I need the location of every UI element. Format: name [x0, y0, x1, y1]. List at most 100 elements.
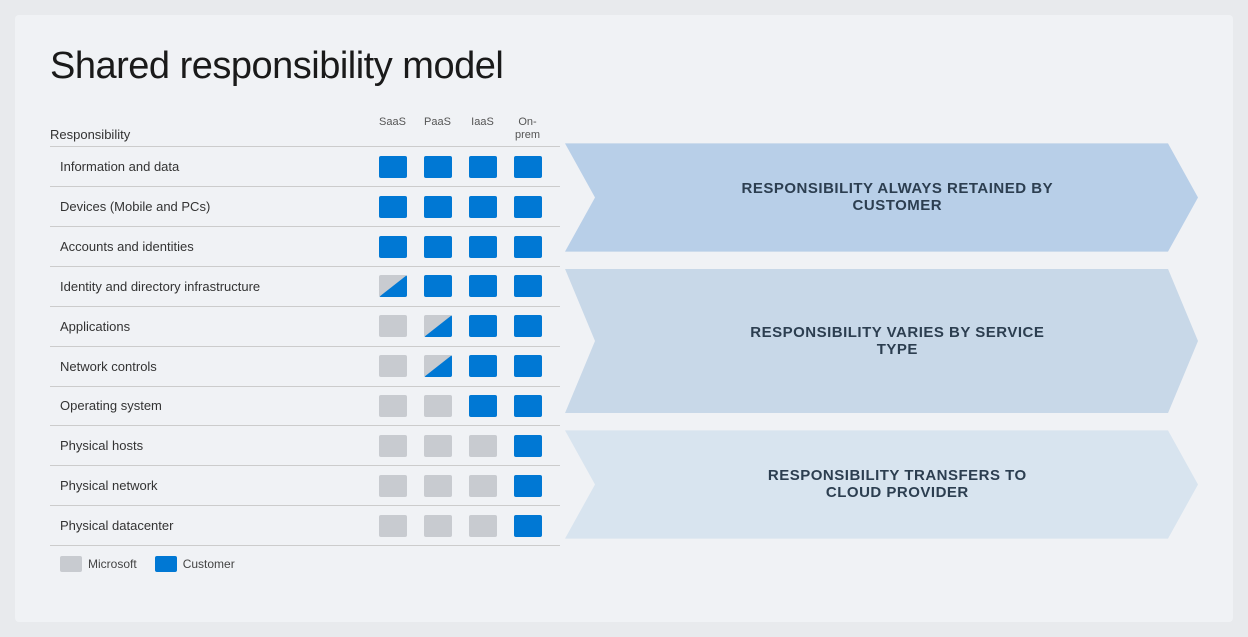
- cell: [511, 272, 545, 300]
- row-label: Physical hosts: [50, 438, 370, 453]
- cell-gray: [424, 475, 452, 497]
- table-row: Physical hosts: [50, 425, 560, 465]
- row-label: Physical network: [50, 478, 370, 493]
- table-row: Operating system: [50, 386, 560, 426]
- cell-blue: [514, 355, 542, 377]
- cell: [421, 153, 455, 181]
- cell-blue: [379, 236, 407, 258]
- cell-blue: [469, 275, 497, 297]
- cell: [421, 472, 455, 500]
- cell: [376, 153, 410, 181]
- row-cells: [370, 193, 550, 221]
- legend-customer: Customer: [155, 556, 235, 572]
- cell-gray: [379, 475, 407, 497]
- cell: [421, 233, 455, 261]
- cell: [511, 432, 545, 460]
- legend-customer-label: Customer: [183, 557, 235, 571]
- cell-blue: [469, 156, 497, 178]
- row-cells: [370, 153, 550, 181]
- cell-gray: [379, 355, 407, 377]
- cell: [466, 153, 500, 181]
- legend-microsoft-box: [60, 556, 82, 572]
- responsibility-header: Responsibility: [50, 127, 370, 142]
- col-onprem: On-prem: [509, 116, 547, 142]
- cell: [376, 432, 410, 460]
- cell-blue: [514, 435, 542, 457]
- cell-blue: [514, 196, 542, 218]
- row-label: Accounts and identities: [50, 239, 370, 254]
- row-cells: [370, 312, 550, 340]
- row-label: Network controls: [50, 359, 370, 374]
- cell-gray: [379, 515, 407, 537]
- arrow-shape-0: RESPONSIBILITY ALWAYS RETAINED BY CUSTOM…: [565, 143, 1198, 251]
- row-label: Identity and directory infrastructure: [50, 279, 370, 294]
- slide-title: Shared responsibility model: [50, 45, 1198, 88]
- cell-blue: [514, 515, 542, 537]
- cell-blue: [469, 236, 497, 258]
- row-label: Operating system: [50, 398, 370, 413]
- cell-gray: [469, 475, 497, 497]
- cell-blue: [514, 315, 542, 337]
- row-cells: [370, 432, 550, 460]
- cell: [376, 233, 410, 261]
- cell: [466, 392, 500, 420]
- cell-split: [379, 275, 407, 297]
- cell: [466, 512, 500, 540]
- cell-gray: [469, 515, 497, 537]
- cell: [466, 312, 500, 340]
- column-headers: SaaS PaaS IaaS On-prem: [370, 116, 550, 142]
- cell: [466, 432, 500, 460]
- table-row: Accounts and identities: [50, 226, 560, 266]
- arrow-label-0: RESPONSIBILITY ALWAYS RETAINED BY CUSTOM…: [739, 180, 1055, 214]
- col-saas: SaaS: [374, 116, 412, 142]
- arrows-area: RESPONSIBILITY ALWAYS RETAINED BY CUSTOM…: [565, 116, 1198, 546]
- arrow-shape-2: RESPONSIBILITY TRANSFERS TO CLOUD PROVID…: [565, 430, 1198, 538]
- cell-blue: [469, 315, 497, 337]
- cell-gray: [379, 395, 407, 417]
- table-row: Identity and directory infrastructure: [50, 266, 560, 306]
- table-header: Responsibility SaaS PaaS IaaS On-prem: [50, 116, 560, 146]
- table-row: Applications: [50, 306, 560, 346]
- arrow-shape-1: RESPONSIBILITY VARIES BY SERVICE TYPE: [565, 269, 1198, 413]
- cell: [511, 472, 545, 500]
- cell: [376, 312, 410, 340]
- legend: Microsoft Customer: [50, 556, 1198, 572]
- cell: [466, 272, 500, 300]
- row-cells: [370, 392, 550, 420]
- row-label: Physical datacenter: [50, 518, 370, 533]
- cell-gray: [469, 435, 497, 457]
- cell-blue: [514, 275, 542, 297]
- cell-blue: [514, 395, 542, 417]
- cell: [376, 512, 410, 540]
- cell: [466, 233, 500, 261]
- content-area: Responsibility SaaS PaaS IaaS On-prem In…: [50, 116, 1198, 546]
- cell: [421, 352, 455, 380]
- legend-microsoft-label: Microsoft: [88, 557, 137, 571]
- cell-split: [424, 315, 452, 337]
- row-cells: [370, 472, 550, 500]
- arrow-label-1: RESPONSIBILITY VARIES BY SERVICE TYPE: [739, 324, 1055, 358]
- table-row: Physical datacenter: [50, 505, 560, 546]
- col-paas: PaaS: [419, 116, 457, 142]
- cell: [466, 352, 500, 380]
- cell: [511, 193, 545, 221]
- cell-blue: [514, 156, 542, 178]
- row-label: Information and data: [50, 159, 370, 174]
- cell-blue: [424, 196, 452, 218]
- cell-split: [424, 355, 452, 377]
- cell-gray: [379, 435, 407, 457]
- cell: [511, 153, 545, 181]
- cell-blue: [424, 275, 452, 297]
- cell: [511, 312, 545, 340]
- cell: [421, 512, 455, 540]
- col-iaas: IaaS: [464, 116, 502, 142]
- cell: [511, 233, 545, 261]
- cell-blue: [514, 236, 542, 258]
- cell-blue: [379, 196, 407, 218]
- table-row: Information and data: [50, 146, 560, 186]
- cell-blue: [424, 156, 452, 178]
- cell: [421, 312, 455, 340]
- table-area: Responsibility SaaS PaaS IaaS On-prem In…: [50, 116, 560, 546]
- table-rows: Information and dataDevices (Mobile and …: [50, 146, 560, 546]
- arrow-label-2: RESPONSIBILITY TRANSFERS TO CLOUD PROVID…: [739, 467, 1055, 501]
